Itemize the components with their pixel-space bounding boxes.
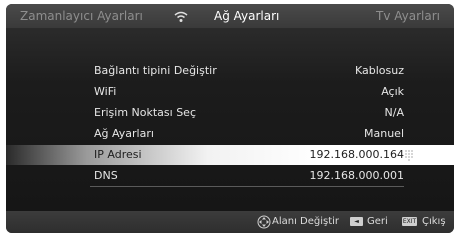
network-settings-screen: Zamanlayıcı Ayarları Ağ Ayarları Tv Ayar…	[6, 4, 454, 233]
setting-value: N/A	[384, 106, 404, 119]
setting-label: Erişim Noktası Seç	[94, 106, 196, 119]
setting-wifi[interactable]: WiFi Açık	[90, 82, 404, 102]
setting-ip-address[interactable]: IP Adresi 192.168.000.164	[6, 145, 454, 165]
hint-back[interactable]: Geri	[367, 216, 388, 227]
setting-access-point[interactable]: Erişim Noktası Seç N/A	[90, 103, 404, 123]
dpad-icon	[257, 215, 271, 229]
numpad-dots-icon	[405, 150, 413, 161]
setting-label: DNS	[94, 169, 118, 182]
footer-hints: Alanı Değiştir ◄ Geri EXIT Çıkış	[6, 211, 454, 233]
hint-exit[interactable]: Çıkış	[422, 216, 446, 227]
setting-value: Manuel	[364, 127, 404, 140]
dns-field[interactable]: 192.168.000.001	[310, 169, 404, 182]
setting-label: WiFi	[94, 85, 117, 98]
setting-dns[interactable]: DNS 192.168.000.001	[90, 166, 404, 187]
wifi-icon	[174, 11, 188, 22]
ip-address-field[interactable]: 192.168.000.164	[310, 148, 404, 161]
setting-value: Kablosuz	[354, 64, 404, 77]
back-key-icon: ◄	[350, 217, 363, 226]
setting-label: IP Adresi	[94, 148, 142, 161]
setting-connection-type[interactable]: Bağlantı tipini Değiştir Kablosuz	[90, 61, 404, 81]
exit-key-icon: EXIT	[402, 217, 417, 226]
setting-label: Ağ Ayarları	[94, 127, 154, 140]
tab-timer-settings[interactable]: Zamanlayıcı Ayarları	[20, 9, 143, 23]
hint-change-field: Alanı Değiştir	[272, 216, 340, 227]
setting-network-config[interactable]: Ağ Ayarları Manuel	[90, 124, 404, 144]
tab-bar: Zamanlayıcı Ayarları Ağ Ayarları Tv Ayar…	[6, 4, 454, 28]
setting-label: Bağlantı tipini Değiştir	[94, 64, 217, 77]
tab-tv-settings[interactable]: Tv Ayarları	[376, 9, 440, 23]
setting-value: Açık	[381, 85, 404, 98]
settings-list: Bağlantı tipini Değiştir Kablosuz WiFi A…	[6, 28, 454, 211]
tab-network-settings[interactable]: Ağ Ayarları	[214, 9, 279, 23]
